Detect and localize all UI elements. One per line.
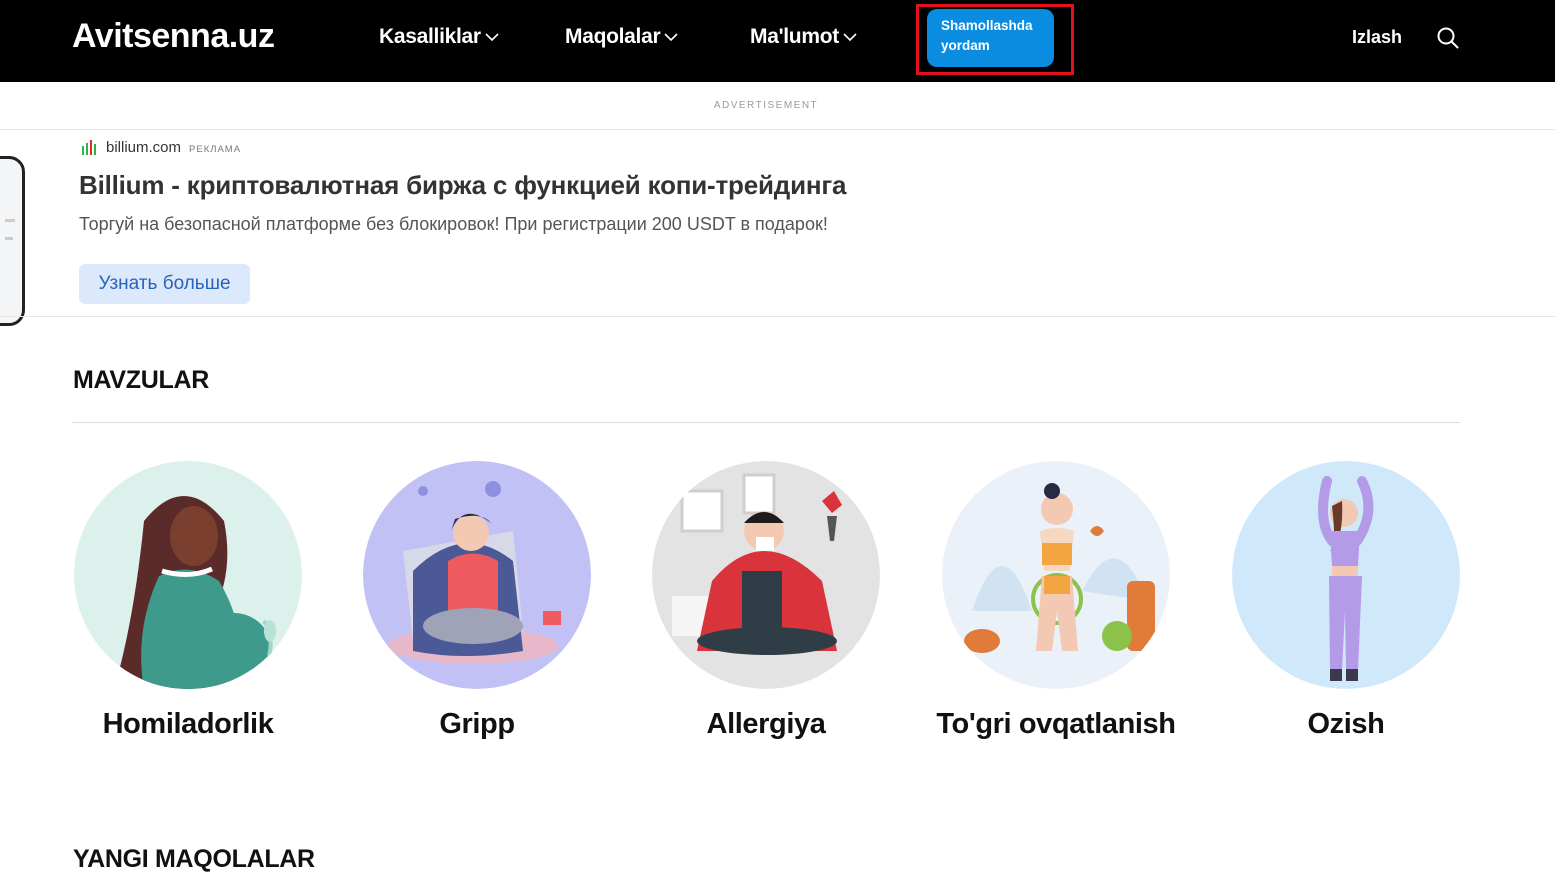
topic-card-allergiya[interactable]: Allergiya [652, 461, 880, 740]
topic-label: Gripp [439, 708, 515, 740]
site-logo[interactable]: Avitsenna.uz [72, 17, 275, 56]
topic-card-togri-ovqatlanish[interactable]: To'gri ovqatlanish [936, 461, 1176, 740]
nav-item-kasalliklar[interactable]: Kasalliklar [379, 25, 499, 49]
topic-card-gripp[interactable]: Gripp [363, 461, 591, 740]
topic-label: To'gri ovqatlanish [936, 708, 1176, 740]
ad-description: Торгуй на безопасной платформе без блоки… [79, 214, 828, 234]
divider [0, 316, 1555, 317]
divider [72, 422, 1460, 423]
topic-card-homiladorlik[interactable]: Homiladorlik [74, 461, 302, 740]
ad-learn-more-button[interactable]: Узнать больше [79, 264, 250, 304]
search-icon[interactable] [1436, 26, 1460, 50]
topics-heading: MAVZULAR [73, 366, 210, 394]
site-header: Avitsenna.uz Kasalliklar Maqolalar Ma'lu… [0, 0, 1555, 82]
ad-title[interactable]: Billium - криптовалютная биржа с функцие… [79, 170, 846, 201]
sneezing-man-illustration [652, 461, 880, 689]
ad-brand[interactable]: billium.com РЕКЛАМА [81, 139, 241, 156]
divider [0, 129, 1555, 130]
sick-woman-blanket-illustration [363, 461, 591, 689]
topic-label: Homiladorlik [102, 708, 274, 740]
topic-card-ozish[interactable]: Ozish [1232, 461, 1460, 740]
nav-item-label: Maqolalar [565, 25, 661, 48]
ad-tag: РЕКЛАМА [189, 143, 242, 155]
topic-label: Allergiya [706, 708, 826, 740]
chevron-down-icon [843, 33, 857, 42]
help-button-line1: Shamollashda [941, 18, 1033, 33]
phone-detail [5, 219, 15, 222]
nav-item-malumot[interactable]: Ma'lumot [750, 25, 857, 49]
billium-logo-icon [82, 140, 96, 155]
cold-help-button[interactable]: Shamollashda yordam [927, 9, 1054, 67]
new-articles-heading: YANGI MAQOLALAR [73, 845, 315, 873]
help-button-line2: yordam [941, 38, 990, 53]
ad-brand-name: billium.com [106, 139, 182, 156]
pregnant-woman-illustration [74, 461, 302, 689]
stretching-woman-illustration [1232, 461, 1460, 689]
phone-detail [5, 237, 13, 240]
chevron-down-icon [485, 33, 499, 42]
chevron-down-icon [664, 33, 678, 42]
ad-label: ADVERTISEMENT [713, 100, 819, 111]
nav-item-label: Kasalliklar [379, 25, 481, 48]
topic-label: Ozish [1307, 708, 1385, 740]
nav-item-label: Ma'lumot [750, 25, 839, 48]
search-label[interactable]: Izlash [1352, 27, 1402, 48]
healthy-eating-woman-illustration [942, 461, 1170, 689]
ad-phone-image[interactable] [0, 156, 25, 326]
nav-item-maqolalar[interactable]: Maqolalar [565, 25, 678, 49]
